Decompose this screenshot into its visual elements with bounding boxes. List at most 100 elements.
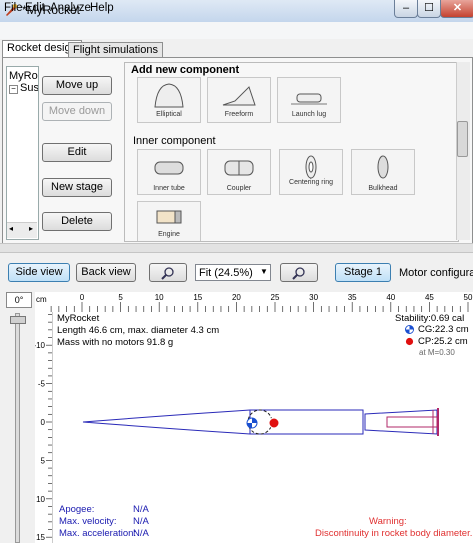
motor-outline: [386, 416, 438, 428]
maximize-button[interactable]: ☐: [417, 0, 441, 18]
component-label: Elliptical: [156, 111, 182, 118]
panel-splitter[interactable]: [0, 243, 473, 253]
component-label: Engine: [158, 231, 180, 238]
zoom-out-icon: [161, 267, 174, 280]
engine-component-button[interactable]: Engine: [137, 201, 201, 241]
zoom-out-button[interactable]: [149, 263, 187, 282]
elliptical-component-button[interactable]: Elliptical: [137, 77, 201, 123]
ruler-tick-label: 50: [464, 293, 473, 302]
menu-bar: [0, 22, 473, 39]
ruler-tick-label: -5: [38, 380, 46, 389]
tree-item-label: Sustainer: [20, 82, 39, 94]
bulkhead-component-button[interactable]: Bulkhead: [351, 149, 415, 195]
vertical-ruler: -10 -5 0 5 10 15: [35, 312, 52, 543]
rotation-slider[interactable]: [15, 313, 20, 543]
tree-item-sustainer[interactable]: −Sustainer: [9, 82, 39, 94]
coupler-icon: [224, 160, 254, 176]
max-velocity-value: N/A: [133, 516, 149, 527]
zoom-select[interactable]: Fit (24.5%) ▼: [195, 264, 271, 281]
minimize-button[interactable]: –: [394, 0, 418, 18]
add-component-panel: Add new component Elliptical Freeform La…: [124, 62, 459, 242]
ruler-tick-label: 0: [41, 418, 46, 427]
menu-file[interactable]: File: [4, 2, 23, 14]
launch-lug-icon: [291, 93, 327, 105]
elliptical-icon: [154, 83, 184, 108]
max-acceleration-value: N/A: [133, 528, 149, 539]
bulkhead-icon: [377, 155, 389, 179]
vertical-ruler-ticks: -10 -5 0 5 10 15: [35, 314, 52, 542]
move-down-button[interactable]: Move down: [42, 102, 112, 121]
ruler-tick-label: 15: [36, 533, 45, 542]
cp-marker: [268, 417, 280, 429]
apogee-value: N/A: [133, 504, 149, 515]
ruler-tick-label: 5: [41, 456, 46, 465]
component-label: Bulkhead: [368, 185, 398, 192]
collapse-icon[interactable]: −: [9, 85, 18, 94]
move-up-button[interactable]: Move up: [42, 76, 112, 95]
tab-flight-simulations[interactable]: Flight simulations: [68, 42, 163, 58]
freeform-icon: [222, 86, 256, 106]
chevron-down-icon: ▼: [260, 267, 268, 276]
component-tree[interactable]: MyRocket −Sustainer: [6, 66, 39, 240]
coupler-component-button[interactable]: Coupler: [207, 149, 271, 195]
ruler-tick-label: 45: [425, 293, 434, 302]
max-velocity-label: Max. velocity:: [59, 516, 117, 527]
component-label: Launch lug: [291, 111, 327, 118]
ruler-tick-label: -10: [35, 341, 46, 350]
close-button[interactable]: ✕: [440, 0, 473, 18]
menu-edit[interactable]: Edit: [25, 2, 45, 14]
add-component-title: Add new component: [131, 64, 240, 76]
inner-tube-icon: [154, 161, 184, 175]
component-label: Coupler: [226, 185, 252, 192]
ruler-tick-label: 10: [155, 293, 164, 302]
rocket-body-outline: [82, 409, 364, 435]
ruler-tick-label: 5: [118, 293, 123, 302]
ruler-tick-label: 15: [193, 293, 202, 302]
ruler-tick-label: 0: [80, 293, 85, 302]
zoom-in-icon: [292, 267, 305, 280]
menu-analyze[interactable]: Analyze: [50, 2, 91, 14]
ruler-tick-label: 40: [386, 293, 395, 302]
component-label: Freeform: [224, 111, 254, 118]
cg-marker: [246, 417, 258, 429]
ruler-tick-label: 20: [232, 293, 241, 302]
engine-icon: [156, 210, 182, 224]
ruler-tick-label: 30: [309, 293, 318, 302]
freeform-component-button[interactable]: Freeform: [207, 77, 271, 123]
rocket-figure[interactable]: MyRocket Length 46.6 cm, max. diameter 4…: [52, 312, 473, 543]
menu-help[interactable]: Help: [90, 2, 114, 14]
centering-ring-icon: [305, 155, 317, 179]
warning-title: Warning:: [369, 516, 407, 527]
component-label: Inner tube: [153, 185, 185, 192]
launch-lug-component-button[interactable]: Launch lug: [277, 77, 341, 123]
apogee-label: Apogee:: [59, 504, 95, 515]
inner-tube-component-button[interactable]: Inner tube: [137, 149, 201, 195]
ruler-tick-label: 25: [271, 293, 280, 302]
tree-horizontal-scrollbar[interactable]: ◂ ▸: [7, 222, 37, 238]
zoom-value: Fit (24.5%): [199, 267, 253, 279]
rotation-angle-display: 0°: [6, 292, 32, 308]
rotation-slider-thumb[interactable]: [10, 316, 26, 324]
rocket-drawing: [82, 408, 439, 436]
scrollbar-thumb[interactable]: [457, 121, 468, 157]
centering-ring-component-button[interactable]: Centering ring: [279, 149, 343, 195]
back-view-button[interactable]: Back view: [76, 263, 136, 282]
horizontal-ruler-ticks: 0 5 10 15 20 25 30 35 40 45 50: [50, 293, 473, 312]
tail-cone-outline: [364, 409, 438, 435]
scroll-right-icon[interactable]: ▸: [29, 224, 33, 233]
ruler-tick-label: 10: [36, 495, 45, 504]
warning-text: Discontinuity in rocket body diameter.: [315, 528, 473, 539]
delete-button[interactable]: Delete: [42, 212, 112, 231]
tree-item-root[interactable]: MyRocket: [9, 70, 38, 82]
max-acceleration-label: Max. acceleration:: [59, 528, 137, 539]
side-view-button[interactable]: Side view: [8, 263, 70, 282]
scroll-left-icon[interactable]: ◂: [9, 224, 13, 233]
edit-button[interactable]: Edit: [42, 143, 112, 162]
inner-component-title: Inner component: [133, 135, 216, 147]
ruler-tick-label: 35: [348, 293, 357, 302]
stage-1-toggle[interactable]: Stage 1: [335, 263, 391, 282]
motor-configuration-label: Motor configuratio: [399, 267, 473, 279]
new-stage-button[interactable]: New stage: [42, 178, 112, 197]
zoom-in-button[interactable]: [280, 263, 318, 282]
horizontal-ruler: cm 0 5 10 15 20 25 30 35 40 45 50: [35, 292, 473, 312]
